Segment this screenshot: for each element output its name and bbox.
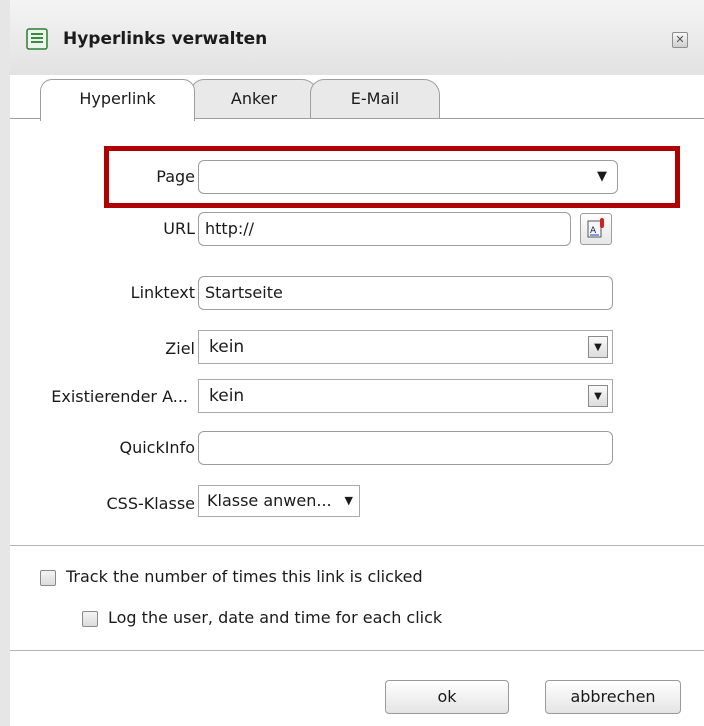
linktext-input[interactable]: Startseite <box>198 276 613 310</box>
chevron-down-icon: ▼ <box>597 169 607 184</box>
buttons-divider <box>10 650 704 651</box>
tab-email[interactable]: E-Mail <box>310 79 440 119</box>
tab-anker[interactable]: Anker <box>190 79 318 119</box>
log-user-checkbox[interactable] <box>82 611 98 627</box>
ok-button[interactable]: ok <box>385 680 509 714</box>
close-icon[interactable]: ✕ <box>672 32 688 48</box>
chevron-down-icon: ▼ <box>344 494 353 507</box>
css-class-label: CSS-Klasse <box>106 494 195 513</box>
track-clicks-label: Track the number of times this link is c… <box>66 567 423 586</box>
ziel-label: Ziel <box>165 339 195 358</box>
dialog-title: Hyperlinks verwalten <box>63 29 268 49</box>
url-input[interactable]: http:// <box>198 212 571 246</box>
cancel-button[interactable]: abbrechen <box>545 680 681 714</box>
document-icon <box>26 28 48 50</box>
hyperlink-dialog: Hyperlinks verwalten ✕ Hyperlink Anker E… <box>10 0 704 726</box>
page-picker-button[interactable]: A <box>580 213 612 245</box>
section-divider <box>10 545 704 546</box>
dialog-titlebar: Hyperlinks verwalten ✕ <box>10 0 704 75</box>
existing-anchor-label: Existierender A... <box>51 387 188 406</box>
page-label: Page <box>156 167 195 186</box>
page-select[interactable]: ▼ <box>198 160 618 194</box>
chevron-down-icon: ▼ <box>588 385 608 407</box>
quickinfo-input[interactable] <box>198 431 613 465</box>
log-user-label: Log the user, date and time for each cli… <box>108 608 443 627</box>
css-class-dropdown[interactable]: Klasse anwen... ▼ <box>198 485 360 517</box>
linktext-label: Linktext <box>130 283 195 302</box>
url-label: URL <box>163 219 195 238</box>
chevron-down-icon: ▼ <box>588 336 608 358</box>
quickinfo-label: QuickInfo <box>119 438 195 457</box>
ziel-select[interactable]: kein ▼ <box>198 330 613 364</box>
track-clicks-checkbox[interactable] <box>40 570 56 586</box>
tab-hyperlink[interactable]: Hyperlink <box>40 79 195 121</box>
browse-document-icon: A <box>587 218 604 238</box>
existing-anchor-select[interactable]: kein ▼ <box>198 379 613 413</box>
